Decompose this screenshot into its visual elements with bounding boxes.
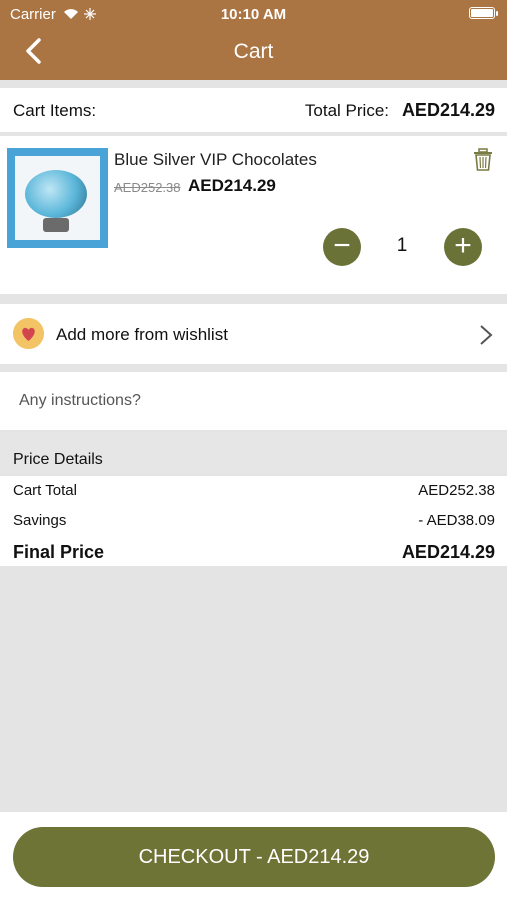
price-details-header: Price Details [0, 432, 507, 474]
product-name[interactable]: Blue Silver VIP Chocolates [114, 150, 317, 170]
final-price-row: Final Price AED214.29 [13, 542, 495, 564]
cart-total-row: Cart Total AED252.38 [13, 482, 495, 504]
wishlist-row[interactable]: Add more from wishlist [0, 304, 507, 364]
product-price: AED214.29 [188, 176, 276, 195]
battery-icon [469, 7, 495, 19]
status-bar: Carrier 10:10 AM [0, 6, 507, 24]
heart-icon [13, 318, 44, 349]
product-image[interactable] [7, 148, 108, 248]
cart-item: Blue Silver VIP Chocolates AED252.38 AED… [0, 136, 507, 294]
bottom-bar: CHECKOUT - AED214.29 [0, 812, 507, 900]
total-price-value: AED214.29 [401, 100, 495, 120]
cart-total-value: AED252.38 [418, 482, 495, 499]
total-price-label: Total Price: [304, 101, 389, 120]
checkout-button[interactable]: CHECKOUT - AED214.29 [13, 827, 495, 887]
cart-total-label: Cart Total [13, 482, 77, 499]
header-bar: Carrier 10:10 AM Cart [0, 0, 507, 80]
trash-icon[interactable] [472, 148, 494, 172]
price-details: Cart Total AED252.38 Savings - AED38.09 … [0, 476, 507, 566]
increase-quantity-button[interactable]: + [444, 228, 482, 266]
chevron-right-icon [480, 325, 493, 345]
cart-summary: Cart Items: Total Price: AED214.29 [0, 88, 507, 132]
final-price-label: Final Price [13, 542, 105, 562]
cart-items-label: Cart Items: [13, 101, 97, 120]
decrease-quantity-button[interactable]: − [323, 228, 361, 266]
chocolate-arrangement [25, 170, 87, 218]
price-details-title: Price Details [13, 451, 103, 468]
arrangement-base [43, 218, 69, 232]
battery-tip [496, 11, 498, 16]
savings-value: - AED38.09 [418, 512, 495, 529]
instructions-placeholder: Any instructions? [19, 392, 141, 409]
savings-label: Savings [13, 512, 67, 529]
savings-row: Savings - AED38.09 [13, 512, 495, 534]
product-old-price: AED252.38 [114, 180, 181, 195]
wishlist-label: Add more from wishlist [56, 325, 228, 344]
final-price-value: AED214.29 [401, 542, 495, 562]
status-time: 10:10 AM [220, 6, 287, 23]
page-title: Cart [233, 40, 274, 63]
quantity-value: 1 [396, 235, 408, 256]
instructions-field[interactable]: Any instructions? [0, 372, 507, 430]
